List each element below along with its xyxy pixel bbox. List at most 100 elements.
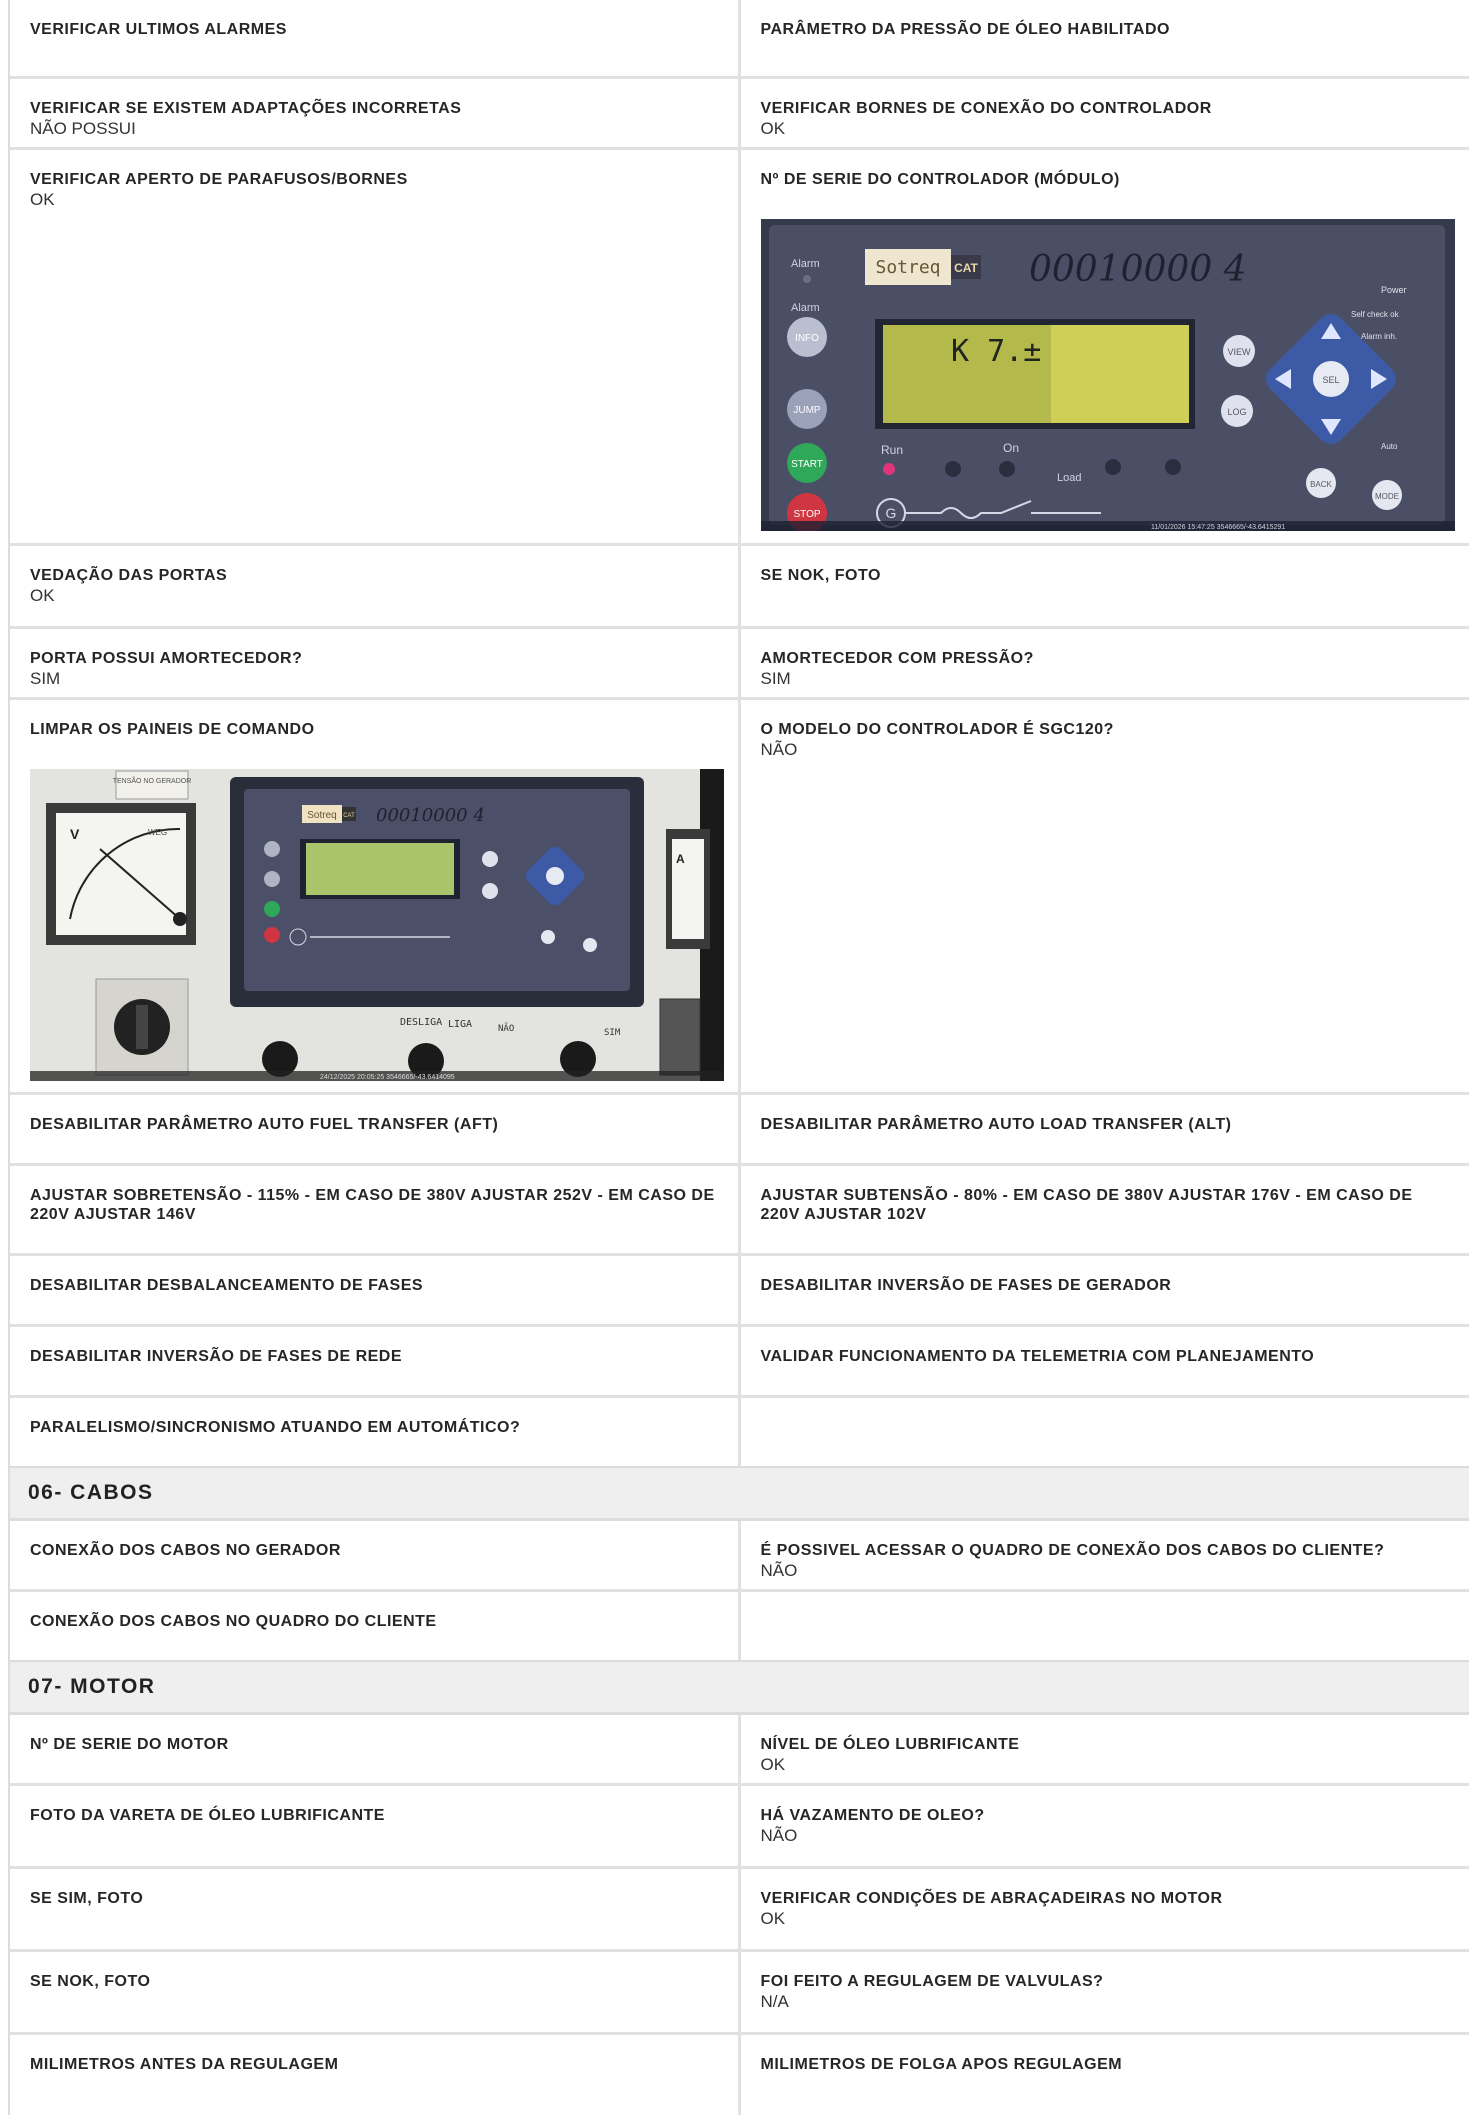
indicator-label: On [1003,441,1019,455]
controller-photo: Sotreq CAT 00010000 4 K 7.± Alarm Alarm … [761,219,1455,531]
checklist-field: É POSSIVEL ACESSAR O QUADRO DE CONEXÃO D… [741,1521,1469,1589]
svg-text:JUMP: JUMP [793,405,821,416]
checklist-row: Nº DE SERIE DO MOTOR NÍVEL DE ÓLEO LUBRI… [10,1715,1469,1786]
svg-text:START: START [791,459,823,470]
field-label: VERIFICAR SE EXISTEM ADAPTAÇÕES INCORRET… [30,99,718,118]
checklist-field: DESABILITAR PARÂMETRO AUTO LOAD TRANSFER… [741,1095,1469,1163]
log-button: LOG [1221,395,1253,427]
checklist-field: AJUSTAR SOBRETENSÃO - 115% - EM CASO DE … [10,1166,741,1253]
field-label: SE NOK, FOTO [761,566,1452,585]
info-button: INFO [787,317,827,357]
svg-text:CAT: CAT [343,813,355,819]
checklist-field [741,1398,1469,1466]
checklist-row: CONEXÃO DOS CABOS NO GERADOR É POSSIVEL … [10,1521,1469,1592]
checklist-sheet: VERIFICAR ULTIMOS ALARMES PARÂMETRO DA P… [8,0,1469,2115]
selector-switch [96,979,188,1075]
checklist-row: DESABILITAR INVERSÃO DE FASES DE REDE VA… [10,1327,1469,1398]
checklist-field: PORTA POSSUI AMORTECEDOR? SIM [10,629,741,697]
svg-text:LOG: LOG [1227,407,1246,417]
indicator-label: Auto [1381,442,1398,451]
back-button: BACK [1306,468,1336,498]
field-value: OK [761,1908,1452,1930]
checklist-field: PARÂMETRO DA PRESSÃO DE ÓLEO HABILITADO [741,0,1469,76]
indicator-label: Run [881,443,903,457]
field-label: O MODELO DO CONTROLADOR É SGC120? [761,720,1452,739]
handwritten-serial: 00010000 4 [1029,249,1247,290]
checklist-field: VALIDAR FUNCIONAMENTO DA TELEMETRIA COM … [741,1327,1469,1395]
panel-photo: TENSÃO NO GERADOR V WEG Sotreq CAT [30,769,724,1081]
field-value: SIM [761,668,1452,690]
field-label: DESABILITAR PARÂMETRO AUTO LOAD TRANSFER… [761,1115,1452,1134]
checklist-row: VERIFICAR ULTIMOS ALARMES PARÂMETRO DA P… [10,0,1469,79]
field-value: N/A [761,1991,1452,2013]
field-label: VERIFICAR BORNES DE CONEXÃO DO CONTROLAD… [761,99,1452,118]
svg-text:MODE: MODE [1375,492,1399,501]
checklist-field: MILIMETROS DE FOLGA APOS REGULAGEM [741,2035,1469,2115]
checklist-field: VERIFICAR ULTIMOS ALARMES [10,0,741,76]
checklist-row: DESABILITAR DESBALANCEAMENTO DE FASES DE… [10,1256,1469,1327]
photo-timestamp: 11/01/2026 15:47:25 3546665/-43.6415291 [1151,524,1285,531]
field-label: DESABILITAR PARÂMETRO AUTO FUEL TRANSFER… [30,1115,718,1134]
svg-text:A: A [676,852,685,866]
checklist-field: PARALELISMO/SINCRONISMO ATUANDO EM AUTOM… [10,1398,741,1466]
field-label: CONEXÃO DOS CABOS NO GERADOR [30,1541,718,1560]
field-label: PORTA POSSUI AMORTECEDOR? [30,649,718,668]
field-label: Nº DE SERIE DO MOTOR [30,1735,718,1754]
checklist-field: AMORTECEDOR COM PRESSÃO? SIM [741,629,1469,697]
checklist-row: CONEXÃO DOS CABOS NO QUADRO DO CLIENTE [10,1592,1469,1660]
field-label: VALIDAR FUNCIONAMENTO DA TELEMETRIA COM … [761,1347,1452,1366]
checklist-field: DESABILITAR INVERSÃO DE FASES DE GERADOR [741,1256,1469,1324]
switch-label: DESLIGA [400,1017,442,1028]
indicator-label: Alarm [791,258,820,270]
field-label: VERIFICAR CONDIÇÕES DE ABRAÇADEIRAS NO M… [761,1889,1452,1908]
field-label: AMORTECEDOR COM PRESSÃO? [761,649,1452,668]
checklist-row: VERIFICAR APERTO DE PARAFUSOS/BORNES OK … [10,150,1469,546]
checklist-field: AJUSTAR SUBTENSÃO - 80% - EM CASO DE 380… [741,1166,1469,1253]
checklist-row: MILIMETROS ANTES DA REGULAGEM MILIMETROS… [10,2035,1469,2115]
checklist-field: CONEXÃO DOS CABOS NO QUADRO DO CLIENTE [10,1592,741,1660]
checklist-row: FOTO DA VARETA DE ÓLEO LUBRIFICANTE HÁ V… [10,1786,1469,1869]
checklist-row: SE NOK, FOTO FOI FEITO A REGULAGEM DE VA… [10,1952,1469,2035]
field-label: Nº DE SERIE DO CONTROLADOR (MÓDULO) [761,170,1452,189]
field-label: SE NOK, FOTO [30,1972,718,1991]
checklist-field: DESABILITAR DESBALANCEAMENTO DE FASES [10,1256,741,1324]
gauge-caption: TENSÃO NO GERADOR [113,776,192,785]
svg-text:G: G [885,505,896,521]
checklist-field: DESABILITAR INVERSÃO DE FASES DE REDE [10,1327,741,1395]
checklist-row: PARALELISMO/SINCRONISMO ATUANDO EM AUTOM… [10,1398,1469,1466]
field-value: OK [761,1754,1452,1776]
checklist-row: AJUSTAR SOBRETENSÃO - 115% - EM CASO DE … [10,1166,1469,1256]
field-label: DESABILITAR DESBALANCEAMENTO DE FASES [30,1276,718,1295]
mode-button: MODE [1372,480,1402,510]
checklist-row: VERIFICAR SE EXISTEM ADAPTAÇÕES INCORRET… [10,79,1469,150]
field-label: FOTO DA VARETA DE ÓLEO LUBRIFICANTE [30,1806,718,1825]
field-value: OK [30,189,718,211]
checklist-row: VEDAÇÃO DAS PORTAS OK SE NOK, FOTO [10,546,1469,629]
checklist-field: SE SIM, FOTO [10,1869,741,1949]
svg-text:STOP: STOP [793,509,820,520]
svg-text:SEL: SEL [1322,375,1339,385]
brand-badge: CAT [954,261,978,275]
checklist-field: VERIFICAR CONDIÇÕES DE ABRAÇADEIRAS NO M… [741,1869,1469,1949]
field-label: É POSSIVEL ACESSAR O QUADRO DE CONEXÃO D… [761,1541,1452,1560]
field-label: MILIMETROS ANTES DA REGULAGEM [30,2055,718,2074]
svg-text:00010000 4: 00010000 4 [376,805,485,826]
field-value: NÃO [761,739,1452,761]
checklist-field: SE NOK, FOTO [10,1952,741,2032]
svg-text:BACK: BACK [1310,480,1332,489]
indicator-label: Power [1381,285,1407,295]
photo-timestamp: 24/12/2025 20:05:25 3546665/-43.6414095 [320,1074,455,1081]
view-button: VIEW [1223,335,1255,367]
ammeter: A [666,829,710,949]
display-text: K 7.± [951,334,1041,369]
brand-text: Sotreq [875,257,940,278]
svg-text:INFO: INFO [795,333,819,344]
field-label: VEDAÇÃO DAS PORTAS [30,566,718,585]
checklist-field: Nº DE SERIE DO CONTROLADOR (MÓDULO) Sotr… [741,150,1469,543]
controller-housing: Sotreq CAT 00010000 4 [230,777,644,1007]
field-label: VERIFICAR APERTO DE PARAFUSOS/BORNES [30,170,718,189]
field-label: SE SIM, FOTO [30,1889,718,1908]
field-value: NÃO POSSUI [30,118,718,140]
checklist-row: SE SIM, FOTO VERIFICAR CONDIÇÕES DE ABRA… [10,1869,1469,1952]
indicator-label: Alarm inh. [1361,332,1397,341]
